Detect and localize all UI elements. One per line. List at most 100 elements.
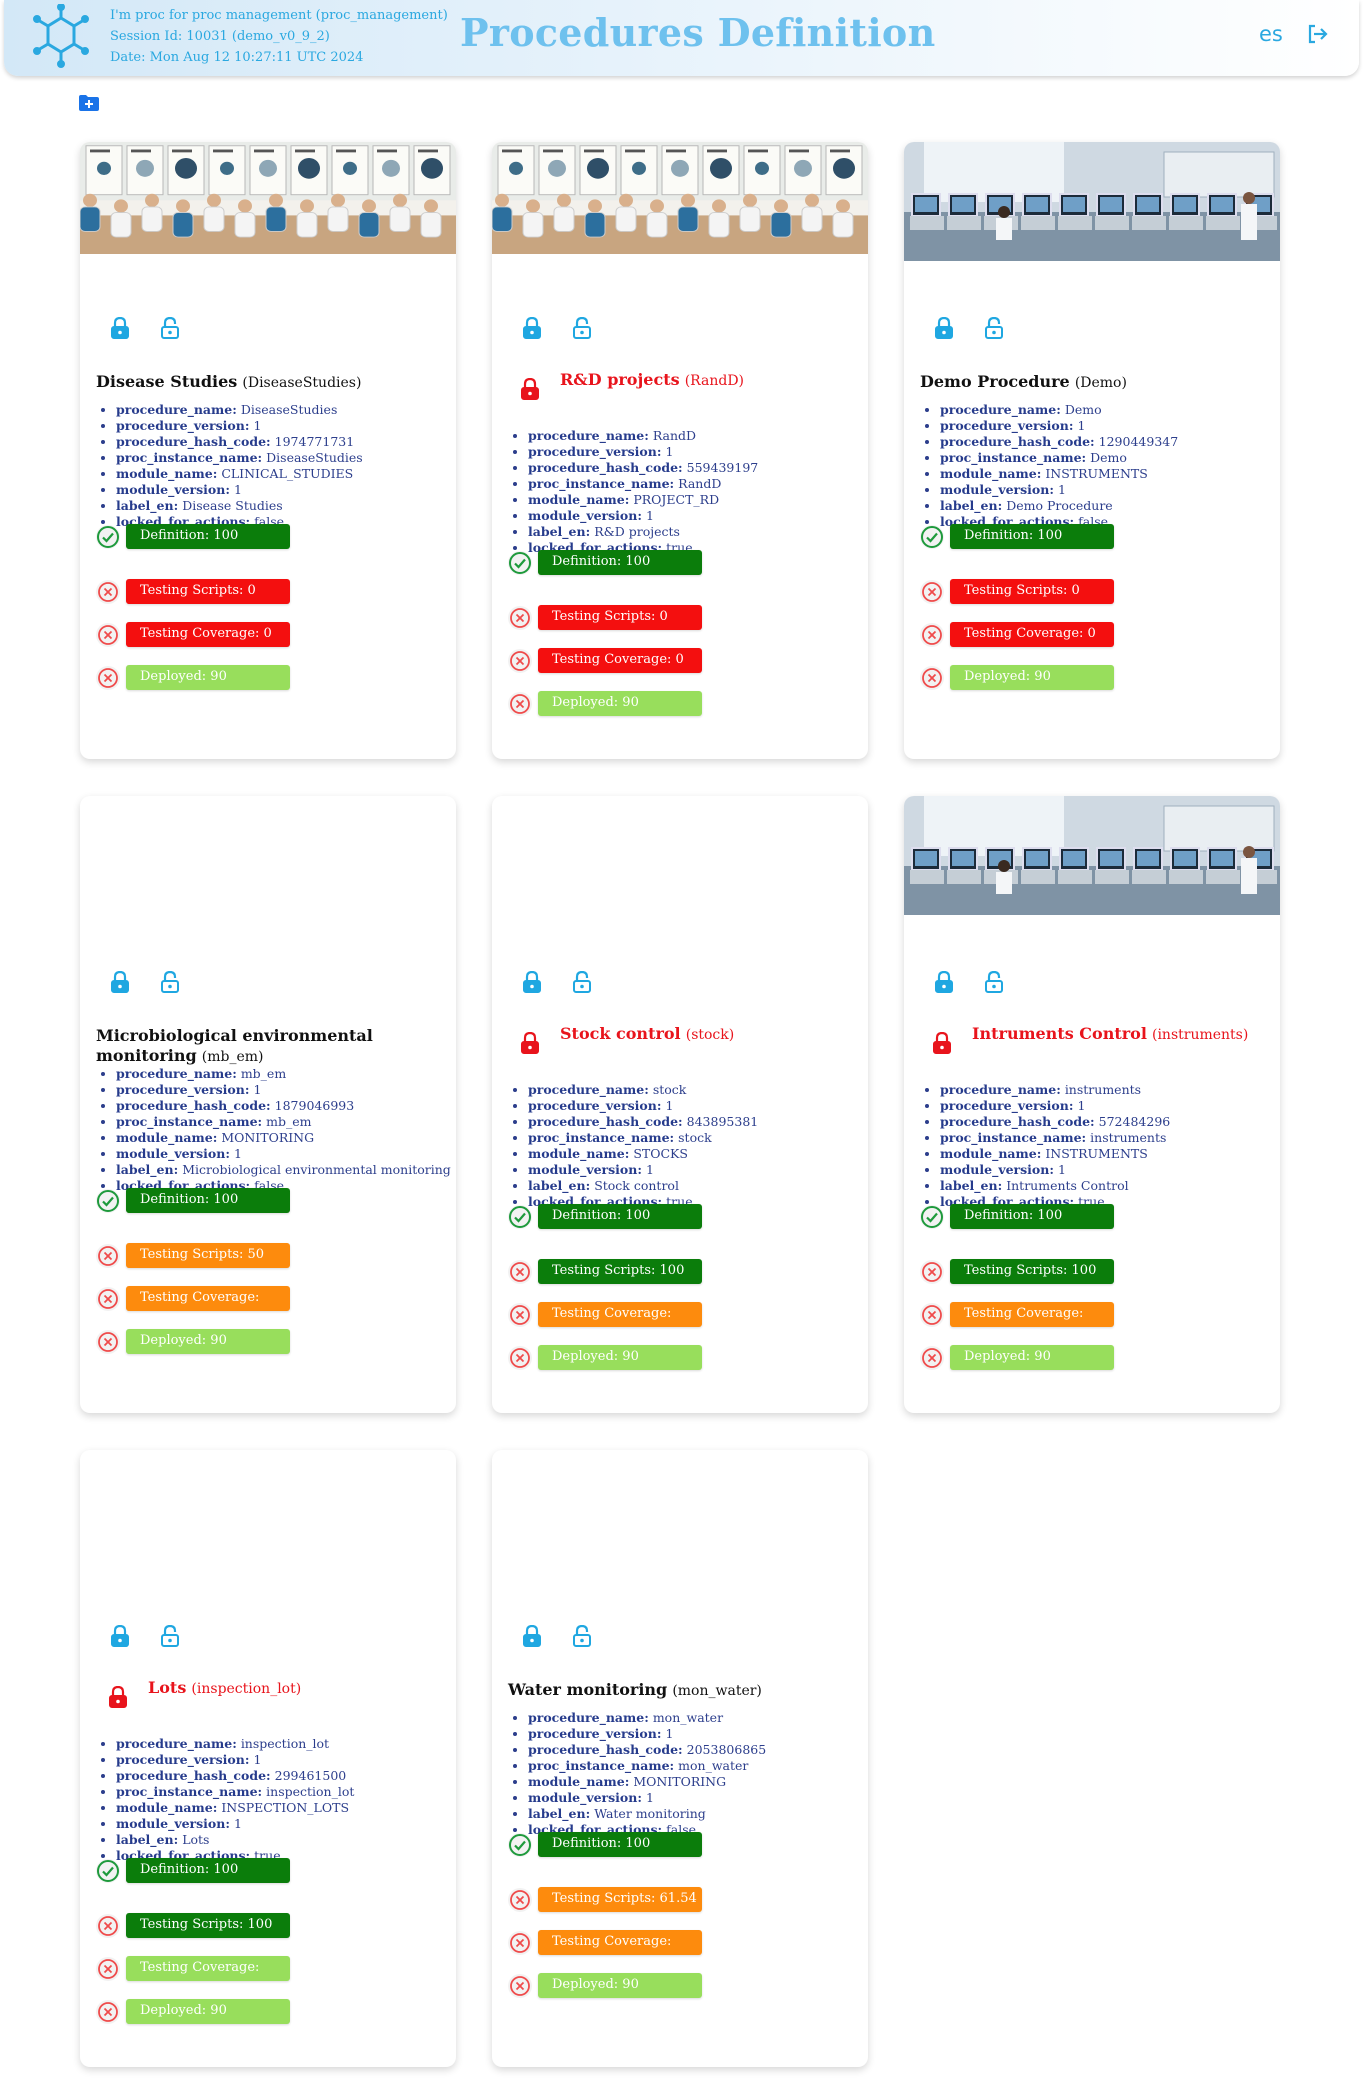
status-badge[interactable]: Testing Scripts: 0 xyxy=(126,579,290,604)
status-badge[interactable]: Deployed: 90 xyxy=(538,1973,702,1998)
status-badge[interactable]: Deployed: 90 xyxy=(126,665,290,690)
status-icon xyxy=(920,1205,944,1229)
logout-icon[interactable] xyxy=(1306,23,1328,45)
lock-button[interactable] xyxy=(522,1624,542,1647)
property-procedure-name: procedure_name: mb_em xyxy=(116,1066,451,1082)
status-badge[interactable]: Definition: 100 xyxy=(538,1204,702,1229)
lock-button[interactable] xyxy=(934,316,954,339)
property-procedure-hash-code: procedure_hash_code: 843895381 xyxy=(528,1114,758,1130)
property-label-en: label_en: Disease Studies xyxy=(116,498,363,514)
unlock-button[interactable] xyxy=(572,970,592,993)
status-badge[interactable]: Testing Coverage: 50.1 xyxy=(538,1930,702,1973)
lock-button[interactable] xyxy=(934,970,954,993)
status-badge[interactable]: Deployed: 90 xyxy=(126,1329,290,1354)
status-badge[interactable]: Testing Coverage: 0 xyxy=(950,622,1114,647)
unlock-icon xyxy=(161,970,179,993)
procedure-card[interactable]: Microbiological environmental monitoring… xyxy=(80,796,456,1413)
property-module-name: module_name: INSPECTION_LOTS xyxy=(116,1800,354,1816)
procedure-card[interactable]: Demo Procedure (Demo) procedure_name: De… xyxy=(904,142,1280,759)
procedure-card[interactable]: R&D projects (RandD) procedure_name: Ran… xyxy=(492,142,868,759)
status-badge[interactable]: Testing Coverage: 63.02 xyxy=(126,1286,290,1329)
check-circle-icon xyxy=(509,1834,531,1856)
padlock-icon xyxy=(521,377,539,400)
lock-button[interactable] xyxy=(522,316,542,339)
unlock-button[interactable] xyxy=(160,970,180,993)
property-procedure-name: procedure_name: Demo xyxy=(940,402,1178,418)
status-badge[interactable]: Deployed: 90 xyxy=(538,691,702,716)
status-badge[interactable]: Definition: 100 xyxy=(950,524,1114,549)
status-row: Testing Scripts: 100 xyxy=(920,1259,1140,1285)
property-procedure-hash-code: procedure_hash_code: 559439197 xyxy=(528,460,758,476)
status-row: Testing Coverage: 0 xyxy=(920,622,1140,648)
property-procedure-version: procedure_version: 1 xyxy=(940,418,1178,434)
status-badge[interactable]: Deployed: 90 xyxy=(538,1345,702,1370)
status-badge[interactable]: Testing Scripts: 100 xyxy=(126,1913,290,1938)
status-badge[interactable]: Definition: 100 xyxy=(126,1858,290,1883)
status-row: Testing Scripts: 0 xyxy=(508,605,728,631)
procedure-title-text: Disease Studies xyxy=(96,372,238,391)
status-badge[interactable]: Deployed: 90 xyxy=(126,1999,290,2024)
status-badge[interactable]: Testing Scripts: 0 xyxy=(538,605,702,630)
status-badge[interactable]: Definition: 100 xyxy=(126,1188,290,1213)
unlock-button[interactable] xyxy=(160,316,180,339)
property-proc-instance-name: proc_instance_name: inspection_lot xyxy=(116,1784,354,1800)
unlock-button[interactable] xyxy=(572,1624,592,1647)
lock-button[interactable] xyxy=(522,970,542,993)
status-badge[interactable]: Testing Coverage: 22.23 xyxy=(538,1302,702,1345)
status-badge[interactable]: Testing Scripts: 100 xyxy=(950,1259,1114,1284)
property-procedure-name: procedure_name: instruments xyxy=(940,1082,1170,1098)
property-proc-instance-name: proc_instance_name: instruments xyxy=(940,1130,1170,1146)
status-badge[interactable]: Definition: 100 xyxy=(538,550,702,575)
lock-button[interactable] xyxy=(110,970,130,993)
check-circle-icon xyxy=(509,552,531,574)
procedure-card[interactable]: Intruments Control (instruments) procedu… xyxy=(904,796,1280,1413)
procedure-card[interactable]: Lots (inspection_lot) procedure_name: in… xyxy=(80,1450,456,2067)
page-title: Procedures Definition xyxy=(460,10,936,55)
status-badge[interactable]: Deployed: 90 xyxy=(950,1345,1114,1370)
status-badge[interactable]: Deployed: 90 xyxy=(950,665,1114,690)
lock-icon xyxy=(523,316,541,339)
procedure-code: (mon_water) xyxy=(672,1683,762,1699)
status-icon xyxy=(96,1330,120,1354)
status-badge[interactable]: Testing Coverage: 0 xyxy=(126,622,290,647)
status-row: Definition: 100 xyxy=(96,524,316,550)
x-circle-icon xyxy=(510,651,530,671)
status-badge[interactable]: Testing Scripts: 61.54 xyxy=(538,1887,702,1912)
status-row: Deployed: 90 xyxy=(96,1999,316,2025)
property-proc-instance-name: proc_instance_name: Demo xyxy=(940,450,1178,466)
status-row: Testing Coverage: 63.02 xyxy=(96,1286,316,1329)
unlock-button[interactable] xyxy=(572,316,592,339)
x-circle-icon xyxy=(98,625,118,645)
status-badge[interactable]: Testing Scripts: 100 xyxy=(538,1259,702,1284)
procedure-title: Disease Studies (DiseaseStudies) xyxy=(96,372,436,393)
app-header: I'm proc for proc management (proc_manag… xyxy=(4,0,1359,76)
procedure-card[interactable]: Disease Studies (DiseaseStudies) procedu… xyxy=(80,142,456,759)
procedure-card[interactable]: Water monitoring (mon_water) procedure_n… xyxy=(492,1450,868,2067)
property-procedure-version: procedure_version: 1 xyxy=(116,1082,451,1098)
add-folder-icon[interactable] xyxy=(79,95,99,111)
property-procedure-version: procedure_version: 1 xyxy=(116,418,363,434)
status-row: Testing Coverage: 9.96 xyxy=(96,1956,316,1999)
x-circle-icon xyxy=(922,1305,942,1325)
lock-button[interactable] xyxy=(110,316,130,339)
status-badge[interactable]: Definition: 100 xyxy=(950,1204,1114,1229)
unlock-button[interactable] xyxy=(160,1624,180,1647)
status-badge[interactable]: Testing Scripts: 0 xyxy=(950,579,1114,604)
language-toggle[interactable]: es xyxy=(1259,22,1283,46)
x-circle-icon xyxy=(98,1916,118,1936)
x-circle-icon xyxy=(922,668,942,688)
x-circle-icon xyxy=(510,694,530,714)
status-badge[interactable]: Testing Coverage: 35.19 xyxy=(950,1302,1114,1345)
status-badge[interactable]: Testing Scripts: 50 xyxy=(126,1243,290,1268)
status-badge[interactable]: Testing Coverage: 9.96 xyxy=(126,1956,290,1999)
property-proc-instance-name: proc_instance_name: mon_water xyxy=(528,1758,766,1774)
unlock-button[interactable] xyxy=(984,970,1004,993)
procedure-card[interactable]: Stock control (stock) procedure_name: st… xyxy=(492,796,868,1413)
status-badge[interactable]: Definition: 100 xyxy=(538,1832,702,1857)
status-badge[interactable]: Definition: 100 xyxy=(126,524,290,549)
status-row: Deployed: 90 xyxy=(508,1345,728,1371)
unlock-button[interactable] xyxy=(984,316,1004,339)
status-badge[interactable]: Testing Coverage: 0 xyxy=(538,648,702,673)
lock-button[interactable] xyxy=(110,1624,130,1647)
property-label-en: label_en: Water monitoring xyxy=(528,1806,766,1822)
